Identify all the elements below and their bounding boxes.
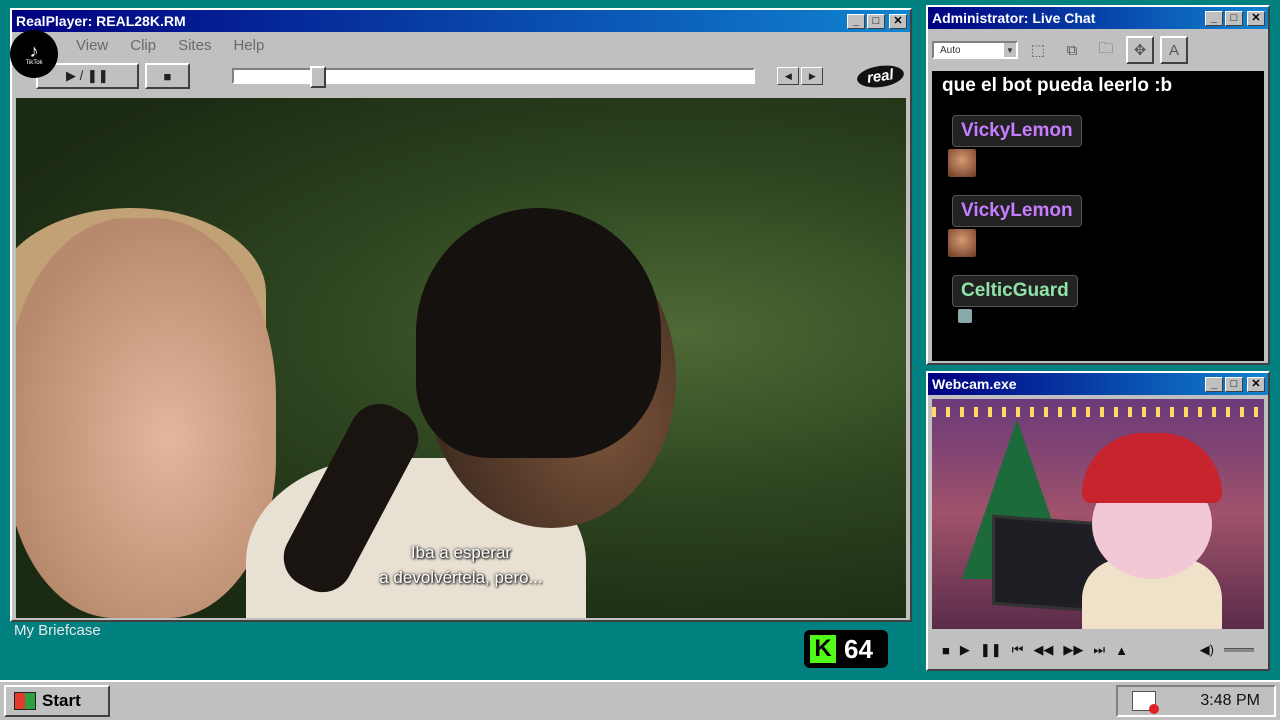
realplayer-menubar: View Clip Sites Help xyxy=(12,32,910,58)
realplayer-window: RealPlayer: REAL28K.RM _ □ ✕ View Clip S… xyxy=(10,8,912,622)
fast-forward-icon[interactable]: ▶▶ xyxy=(1063,642,1083,658)
webcam-controls: ■ ▶ ❚❚ ⏮ ◀◀ ▶▶ ⏭ ▲ ◀) xyxy=(932,635,1264,665)
chat-title: Administrator: Live Chat xyxy=(932,10,1096,26)
santa-hat xyxy=(1082,433,1222,503)
start-button[interactable]: Start xyxy=(4,685,110,717)
menu-view[interactable]: View xyxy=(76,37,108,54)
chat-message: CelticGuard xyxy=(942,275,1254,323)
close-button[interactable]: ✕ xyxy=(1247,10,1265,26)
maximize-button[interactable]: □ xyxy=(1225,10,1243,26)
webcam-title: Webcam.exe xyxy=(932,376,1017,392)
webcam-titlebar[interactable]: Webcam.exe _ □ ✕ xyxy=(928,373,1268,395)
menu-help[interactable]: Help xyxy=(233,37,264,54)
live-chat-window: Administrator: Live Chat _ □ ✕ Auto ▼ ⬚ … xyxy=(926,5,1270,365)
video-person-girl-hair xyxy=(416,208,661,458)
play-icon[interactable]: ▶ xyxy=(960,642,970,658)
desktop-icon-briefcase[interactable]: My Briefcase xyxy=(14,622,101,639)
menu-sites[interactable]: Sites xyxy=(178,37,211,54)
string-lights xyxy=(932,407,1264,417)
webcam-window: Webcam.exe _ □ ✕ ■ ▶ ❚❚ ⏮ ◀◀ ▶▶ ⏭ ▲ ◀) xyxy=(926,371,1270,671)
font-select[interactable]: Auto ▼ xyxy=(932,41,1018,59)
subtitle-line-2: a devolvértela, pero... xyxy=(379,568,543,587)
subtitle-line-1: Iba a esperar xyxy=(410,543,512,562)
emote-icon xyxy=(958,309,972,323)
font-icon[interactable]: A xyxy=(1160,36,1188,64)
rewind-icon[interactable]: ◀◀ xyxy=(1033,642,1053,658)
next-clip-button[interactable]: ▶ xyxy=(801,67,824,85)
tiktok-label: TikTok xyxy=(25,60,43,66)
close-button[interactable]: ✕ xyxy=(1247,376,1265,392)
previous-clip-button[interactable]: ◀ xyxy=(777,67,800,85)
tiktok-logo: ♪ TikTok xyxy=(10,30,58,78)
eject-icon[interactable]: ▲ xyxy=(1115,643,1128,658)
realplayer-titlebar[interactable]: RealPlayer: REAL28K.RM _ □ ✕ xyxy=(12,10,910,32)
emote-icon xyxy=(948,229,976,257)
maximize-button[interactable]: □ xyxy=(867,13,885,29)
stop-icon[interactable]: ■ xyxy=(942,643,950,658)
tray-notification-icon[interactable] xyxy=(1132,691,1159,714)
folder-icon[interactable]: 🗀 xyxy=(1092,36,1120,64)
chat-messages[interactable]: que el bot pueda leerlo :b VickyLemon Vi… xyxy=(932,71,1264,361)
chat-username[interactable]: CelticGuard xyxy=(952,275,1078,307)
chat-username[interactable]: VickyLemon xyxy=(952,195,1082,227)
tiktok-note-icon: ♪ xyxy=(29,41,39,61)
chat-username[interactable]: VickyLemon xyxy=(952,115,1082,147)
realplayer-title: RealPlayer: REAL28K.RM xyxy=(16,13,186,29)
chat-message: VickyLemon xyxy=(942,195,1254,257)
video-subtitle: Iba a esperar a devolvértela, pero... xyxy=(16,540,906,590)
font-select-value: Auto xyxy=(940,44,961,56)
menu-clip[interactable]: Clip xyxy=(130,37,156,54)
windows-logo-icon xyxy=(14,692,36,710)
chat-toolbar: Auto ▼ ⬚ ⧉ 🗀 ✥ A xyxy=(928,29,1268,71)
webcam-view xyxy=(932,399,1264,629)
minimize-button[interactable]: _ xyxy=(847,13,865,29)
chat-message: VickyLemon xyxy=(942,115,1254,177)
kick-logo-icon: K xyxy=(810,635,836,663)
copy-icon[interactable]: ⧉ xyxy=(1058,36,1086,64)
pause-icon[interactable]: ❚❚ xyxy=(980,642,1002,658)
stop-button[interactable]: ■ xyxy=(144,63,191,89)
volume-slider[interactable] xyxy=(1224,648,1254,652)
system-tray: 3:48 PM xyxy=(1116,685,1276,717)
playback-controls: ▶ / ❚❚ ■ ◀ ▶ real xyxy=(12,58,910,94)
real-logo[interactable]: real xyxy=(856,62,906,90)
video-display[interactable]: Iba a esperar a devolvértela, pero... xyxy=(16,98,906,618)
chevron-down-icon: ▼ xyxy=(1004,43,1016,57)
chat-titlebar[interactable]: Administrator: Live Chat _ □ ✕ xyxy=(928,7,1268,29)
taskbar: Start 3:48 PM xyxy=(0,680,1280,720)
move-icon[interactable]: ✥ xyxy=(1126,36,1154,64)
chat-message-text: que el bot pueda leerlo :b xyxy=(942,75,1173,96)
start-label: Start xyxy=(42,691,81,710)
skip-back-icon[interactable]: ⏮ xyxy=(1012,642,1024,658)
select-region-icon[interactable]: ⬚ xyxy=(1024,36,1052,64)
minimize-button[interactable]: _ xyxy=(1205,376,1223,392)
minimize-button[interactable]: _ xyxy=(1205,10,1223,26)
maximize-button[interactable]: □ xyxy=(1225,376,1243,392)
skip-forward-icon[interactable]: ⏭ xyxy=(1093,642,1105,658)
emote-icon xyxy=(948,149,976,177)
close-button[interactable]: ✕ xyxy=(889,13,907,29)
seek-bar[interactable] xyxy=(232,66,756,88)
viewer-count: 64 xyxy=(844,633,873,664)
volume-icon[interactable]: ◀) xyxy=(1200,642,1214,658)
kick-viewer-badge: K 64 xyxy=(804,630,888,668)
clock[interactable]: 3:48 PM xyxy=(1200,692,1260,710)
seek-thumb[interactable] xyxy=(309,66,326,88)
